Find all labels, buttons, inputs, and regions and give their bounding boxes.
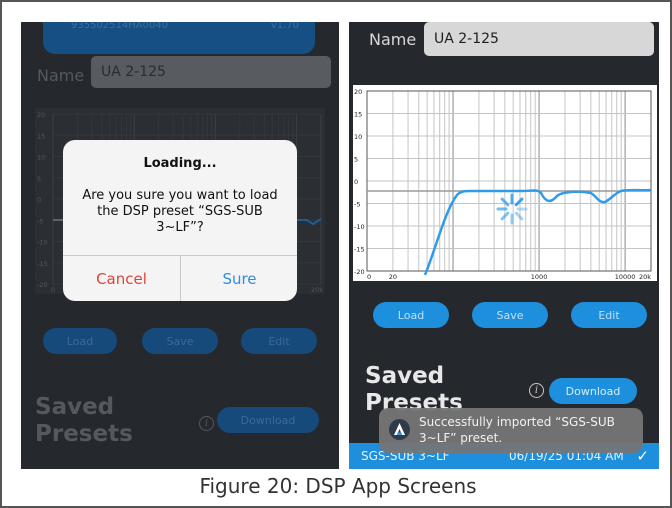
y-tick-label: -15: [354, 246, 365, 254]
y-tick-label: -20: [354, 268, 365, 276]
spinner-segment: [500, 197, 510, 207]
y-tick-label: -10: [354, 223, 365, 231]
name-label: Name: [37, 66, 85, 85]
name-input[interactable]: UA 2-125: [91, 56, 331, 88]
y-tick-label: 0: [354, 178, 358, 186]
figure-caption: Figure 20: DSP App Screens: [199, 474, 477, 498]
load-preset-dialog: Loading... Are you sure you want to load…: [63, 140, 297, 301]
figure-frame: 935502514HA0040 v1.70 Name UA 2-125 20 15…: [0, 0, 672, 508]
dialog-title: Loading...: [143, 156, 217, 171]
y-tick-label: -5: [354, 201, 360, 209]
name-label: Name: [369, 30, 417, 49]
cancel-button[interactable]: Cancel: [63, 256, 180, 301]
save-button[interactable]: Save: [142, 328, 218, 354]
y-tick-label: 15: [354, 111, 362, 119]
x-tick-label: 20k: [311, 286, 323, 294]
sure-button[interactable]: Sure: [181, 256, 297, 301]
load-button[interactable]: Load: [373, 302, 449, 328]
saved-presets-title-line2: Presets: [35, 421, 133, 447]
spinner-segment: [500, 211, 510, 221]
saved-presets-title-line1: Saved: [365, 363, 445, 389]
y-tick-label: 10: [37, 154, 45, 162]
y-tick-label: -20: [37, 281, 48, 289]
dialog-message: Are you sure you want to load the DSP pr…: [82, 188, 278, 235]
serial-number: 935502514HA0040: [71, 22, 169, 31]
left-app-screen: 935502514HA0040 v1.70 Name UA 2-125 20 15…: [21, 22, 339, 469]
y-tick-label: 5: [37, 175, 41, 183]
x-tick-label: 0: [51, 286, 55, 294]
x-tick-label: 20k: [639, 273, 651, 281]
saved-presets-title-line1: Saved: [35, 394, 115, 420]
y-tick-label: -10: [37, 239, 48, 247]
y-tick-label: 5: [354, 156, 358, 164]
download-button[interactable]: Download: [217, 407, 319, 433]
name-input[interactable]: UA 2-125: [424, 22, 654, 56]
app-logo-glyph: [394, 423, 405, 435]
toast-message: Successfully imported “SGS-SUB 3~LF” pre…: [419, 415, 615, 445]
y-tick-label: 10: [354, 133, 362, 141]
spinner-segment: [514, 197, 524, 207]
info-icon[interactable]: i: [199, 416, 214, 431]
import-success-toast: Successfully imported “SGS-SUB 3~LF” pre…: [379, 408, 643, 453]
y-tick-label: 20: [354, 88, 362, 96]
app-logo-icon: [389, 419, 410, 440]
x-tick-label: 20: [389, 273, 397, 281]
y-tick-label: -15: [37, 260, 48, 268]
eq-response-plot: 20 15 10 5 0 -5 -10 -15 -20 0 20 1000 10000 20k: [353, 85, 657, 281]
save-button[interactable]: Save: [472, 302, 548, 328]
info-icon[interactable]: i: [529, 383, 544, 398]
device-header-bar: 935502514HA0040 v1.70: [43, 22, 315, 54]
y-tick-label: 0: [37, 196, 41, 204]
loading-spinner-icon: [496, 193, 528, 225]
spinner-segment: [514, 211, 524, 221]
right-app-screen: Name UA 2-125 20 15 10 5 0 -5 -10 -15 -20 0 20 100…: [349, 22, 659, 469]
load-button[interactable]: Load: [43, 328, 117, 354]
edit-button[interactable]: Edit: [571, 302, 647, 328]
download-button[interactable]: Download: [549, 378, 637, 404]
edit-button[interactable]: Edit: [241, 328, 317, 354]
firmware-version: v1.70: [270, 22, 299, 31]
y-tick-label: 20: [37, 111, 45, 119]
x-tick-label: 1000: [531, 273, 548, 281]
saved-presets-title: Saved Presets: [35, 394, 133, 448]
x-tick-label: 10000: [615, 273, 636, 281]
y-tick-label: -5: [37, 217, 43, 225]
x-tick-label: 0: [367, 273, 371, 281]
y-tick-label: 15: [37, 132, 45, 140]
